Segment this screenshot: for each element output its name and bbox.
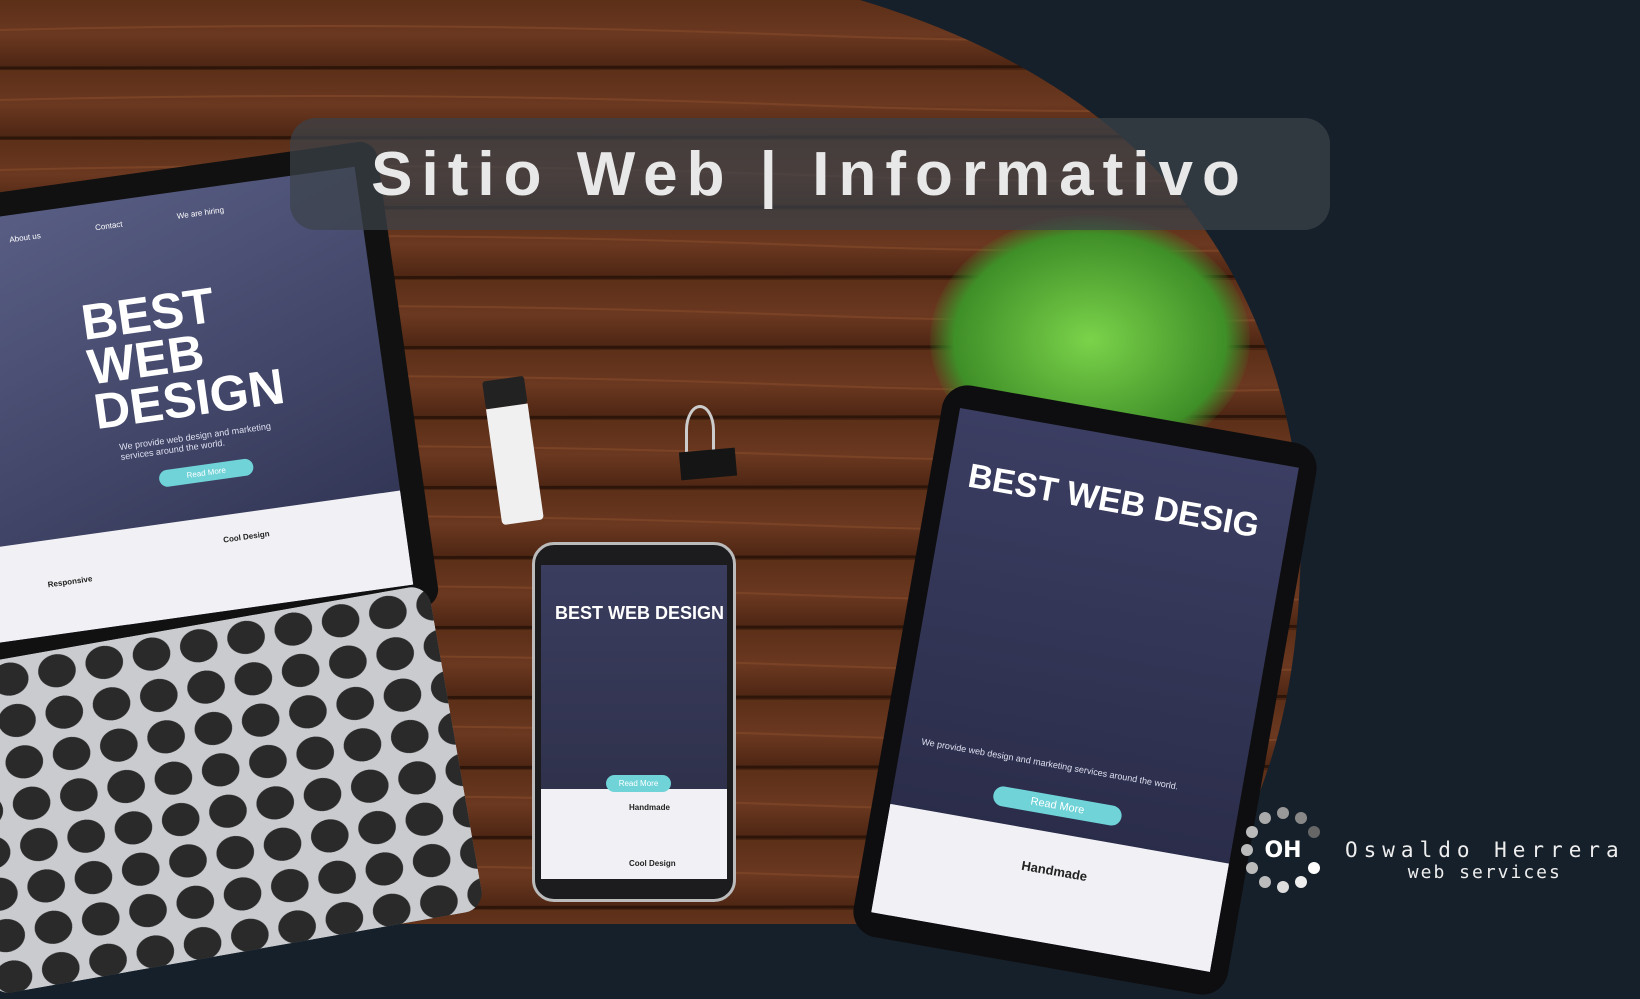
brand-title: Oswaldo Herrera [1345, 838, 1625, 862]
nav-hiring: We are hiring [176, 205, 225, 221]
page-title: Sitio Web | Informativo [371, 139, 1249, 209]
tablet-card-handmade: Handmade [1020, 857, 1089, 885]
oh-logo-mark: OH [1241, 807, 1320, 893]
tablet-subtitle: We provide web design and marketing serv… [920, 736, 1179, 792]
title-banner: Sitio Web | Informativo [290, 118, 1330, 230]
laptop-read-more: Read More [158, 457, 255, 488]
brand-name: Oswaldo Herrera web services [1345, 838, 1625, 883]
laptop-screen: About us Contact We are hiring BEST WEB … [0, 166, 414, 644]
card-cool-design: Cool Design [222, 529, 271, 545]
laptop-keyboard [0, 584, 485, 996]
tablet-read-more: Read More [991, 784, 1124, 828]
phone-read-more: Read More [606, 775, 671, 792]
logo-initials: OH [1264, 838, 1301, 863]
tablet-screen: BEST WEB DESIG We provide web design and… [871, 408, 1299, 972]
phone-card-handmade: Handmade [629, 803, 670, 812]
brand-tagline: web services [1407, 862, 1562, 883]
smartphone: BEST WEB DESIGN Read More Handmade Cool … [532, 542, 736, 902]
tablet-headline: BEST WEB DESIG [965, 456, 1263, 546]
binder-clip [678, 447, 738, 481]
nav-about: About us [8, 231, 42, 245]
nav-contact: Contact [94, 219, 124, 233]
card-responsive: Responsive [47, 574, 93, 590]
phone-headline: BEST WEB DESIGN [555, 603, 725, 623]
phone-screen: BEST WEB DESIGN Read More Handmade Cool … [541, 565, 727, 879]
laptop-headline: BEST WEB DESIGN [77, 276, 288, 441]
binder-clip-wire [685, 405, 715, 455]
laptop-nav: About us Contact We are hiring [9, 205, 225, 244]
phone-card-cool-design: Cool Design [629, 859, 676, 868]
